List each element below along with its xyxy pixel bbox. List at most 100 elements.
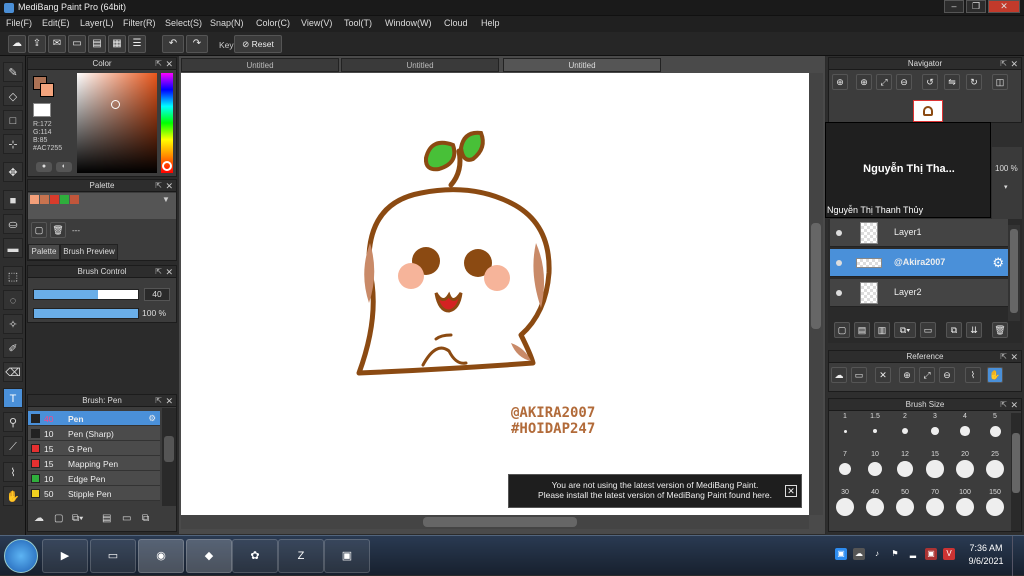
menu-cloud[interactable]: Cloud — [444, 18, 468, 28]
merge-layer-icon[interactable]: ⇊ — [966, 322, 982, 338]
medibang-icon[interactable]: ◆ — [186, 539, 232, 573]
layers-scroll-thumb[interactable] — [1010, 229, 1018, 313]
operation-tool-icon[interactable]: ⚲ — [3, 412, 23, 432]
reference-zoom-in-icon[interactable]: ⊕ — [899, 367, 915, 383]
reference-cloud-icon[interactable]: ☁ — [831, 367, 847, 383]
reference-fit-icon[interactable]: ⤢ — [919, 367, 935, 383]
minimize-button[interactable]: – — [944, 0, 964, 13]
foreground-alt-swatch[interactable] — [40, 83, 54, 97]
close-icon[interactable]: ✕ — [165, 58, 173, 70]
flip-icon[interactable]: ⇋ — [944, 74, 960, 90]
vertical-scroll-thumb[interactable] — [811, 223, 821, 329]
saturation-value-picker[interactable] — [77, 73, 157, 173]
chrome-icon[interactable]: ◉ — [138, 539, 184, 573]
redo-icon[interactable]: ↷ — [186, 35, 208, 53]
brush-size-scroll-thumb[interactable] — [1012, 433, 1020, 493]
app-icon-green[interactable]: ✿ — [232, 539, 278, 573]
reset-view-icon[interactable]: ◫ — [992, 74, 1008, 90]
eyedropper-tool-icon[interactable]: ⌇ — [3, 462, 23, 482]
list-icon[interactable]: ☰ — [128, 35, 146, 53]
brush-list-scroll-thumb[interactable] — [164, 436, 174, 462]
undock-icon[interactable]: ⇱ — [155, 266, 162, 278]
text-tool-icon[interactable]: T — [3, 388, 23, 408]
brush-opacity-slider[interactable] — [33, 308, 139, 319]
move-tool-icon[interactable]: ✥ — [3, 162, 23, 182]
zoom-out-icon[interactable]: ⊖ — [896, 74, 912, 90]
menu-window[interactable]: Window(W) — [385, 18, 432, 28]
menu-edit[interactable]: Edit(E) — [42, 18, 70, 28]
update-notice[interactable]: You are not using the latest version of … — [508, 474, 802, 508]
visibility-icon[interactable] — [836, 230, 842, 236]
gear-icon[interactable]: ⚙ — [992, 255, 1004, 271]
menu-tool[interactable]: Tool(T) — [344, 18, 372, 28]
new-halftone-layer-icon[interactable]: ▤ — [854, 322, 870, 338]
brush-size-option[interactable]: 10 — [861, 451, 889, 477]
brush-size-option[interactable]: 30 — [831, 489, 859, 516]
brush-size-option[interactable]: 20 — [951, 451, 979, 478]
media-player-icon[interactable]: ▶ — [42, 539, 88, 573]
select-pen-tool-icon[interactable]: ✐ — [3, 338, 23, 358]
brush-size-option[interactable]: 150 — [981, 489, 1009, 516]
share-icon[interactable]: ⇪ — [28, 35, 46, 53]
brush-size-option[interactable]: 40 — [861, 489, 889, 516]
brush-size-option[interactable]: 1 — [831, 413, 859, 435]
close-icon[interactable]: ✕ — [1010, 58, 1018, 70]
reference-open-icon[interactable]: ▭ — [851, 367, 867, 383]
canvas-horizontal-scrollbar[interactable] — [181, 515, 809, 529]
menu-filter[interactable]: Filter(R) — [123, 18, 156, 28]
rectangle-tool-icon[interactable]: □ — [3, 110, 23, 130]
undock-icon[interactable]: ⇱ — [155, 395, 162, 407]
undock-icon[interactable]: ⇱ — [155, 58, 162, 70]
undock-icon[interactable]: ⇱ — [1000, 399, 1007, 411]
cloud-icon[interactable]: ☁ — [8, 35, 26, 53]
menu-select[interactable]: Select(S) — [165, 18, 202, 28]
layer-row[interactable]: Layer1 — [830, 219, 1008, 247]
menu-layer[interactable]: Layer(L) — [80, 18, 114, 28]
rotate-right-icon[interactable]: ↻ — [966, 74, 982, 90]
visibility-icon[interactable] — [836, 290, 842, 296]
brush-menu-icon[interactable]: ⧉▾ — [72, 513, 83, 524]
tab-document-1[interactable]: Untitled — [181, 58, 339, 72]
tab-document-2[interactable]: Untitled — [341, 58, 499, 72]
magic-wand-tool-icon[interactable]: ✧ — [3, 314, 23, 334]
horizontal-scroll-thumb[interactable] — [423, 517, 577, 527]
message-icon[interactable]: ▭ — [68, 35, 86, 53]
close-icon[interactable]: ✕ — [165, 395, 173, 407]
palette-swatch[interactable] — [70, 195, 79, 204]
new-brush-icon[interactable]: ▢ — [54, 513, 63, 524]
brush-list-scrollbar[interactable] — [162, 408, 176, 506]
lasso-tool-icon[interactable]: ◌ — [3, 290, 23, 310]
reference-hand-icon[interactable]: ✋ — [987, 367, 1003, 383]
reference-zoom-out-icon[interactable]: ⊖ — [939, 367, 955, 383]
close-notice-button[interactable]: ✕ — [785, 485, 797, 497]
menu-file[interactable]: File(F) — [6, 18, 32, 28]
show-desktop-button[interactable] — [1012, 536, 1024, 576]
background-color-swatch[interactable] — [33, 103, 51, 117]
color-mode-button[interactable]: ● — [36, 162, 52, 172]
new-8bit-layer-icon[interactable]: ▥ — [874, 322, 890, 338]
bucket-tool-icon[interactable]: ⛀ — [3, 214, 23, 234]
brush-item[interactable]: 10 Pen (Sharp) — [28, 426, 160, 441]
rotate-left-icon[interactable]: ↺ — [922, 74, 938, 90]
brush-size-scrollbar[interactable] — [1011, 413, 1021, 531]
tray-cloud-icon[interactable]: ☁ — [853, 548, 865, 560]
cloud-brush-icon[interactable]: ☁ — [34, 513, 44, 524]
menu-color[interactable]: Color(C) — [256, 18, 290, 28]
brush-size-option[interactable]: 2 — [891, 413, 919, 435]
delete-palette-icon[interactable]: 🗑 — [50, 222, 66, 238]
layers-scrollbar[interactable] — [1008, 225, 1020, 321]
brush-size-option[interactable]: 4 — [951, 413, 979, 436]
start-button[interactable] — [4, 539, 38, 573]
brush-size-option[interactable]: 1.5 — [861, 413, 889, 435]
color-picker-button[interactable]: ◐ — [56, 162, 72, 172]
brush-size-option[interactable]: 25 — [981, 451, 1009, 478]
new-layer-icon[interactable]: ▢ — [834, 322, 850, 338]
palette-scroll-down-icon[interactable]: ▼ — [162, 195, 170, 204]
brush-item[interactable]: 15 G Pen — [28, 441, 160, 456]
tab-palette[interactable]: Palette — [28, 244, 60, 260]
zoom-in-icon[interactable]: ⊕ — [832, 74, 848, 90]
comment-icon[interactable]: ✉ — [48, 35, 66, 53]
brush-folder-icon[interactable]: ▭ — [122, 513, 131, 524]
tray-zoom-icon[interactable]: ▣ — [835, 548, 847, 560]
fit-icon[interactable]: ⤢ — [876, 74, 892, 90]
